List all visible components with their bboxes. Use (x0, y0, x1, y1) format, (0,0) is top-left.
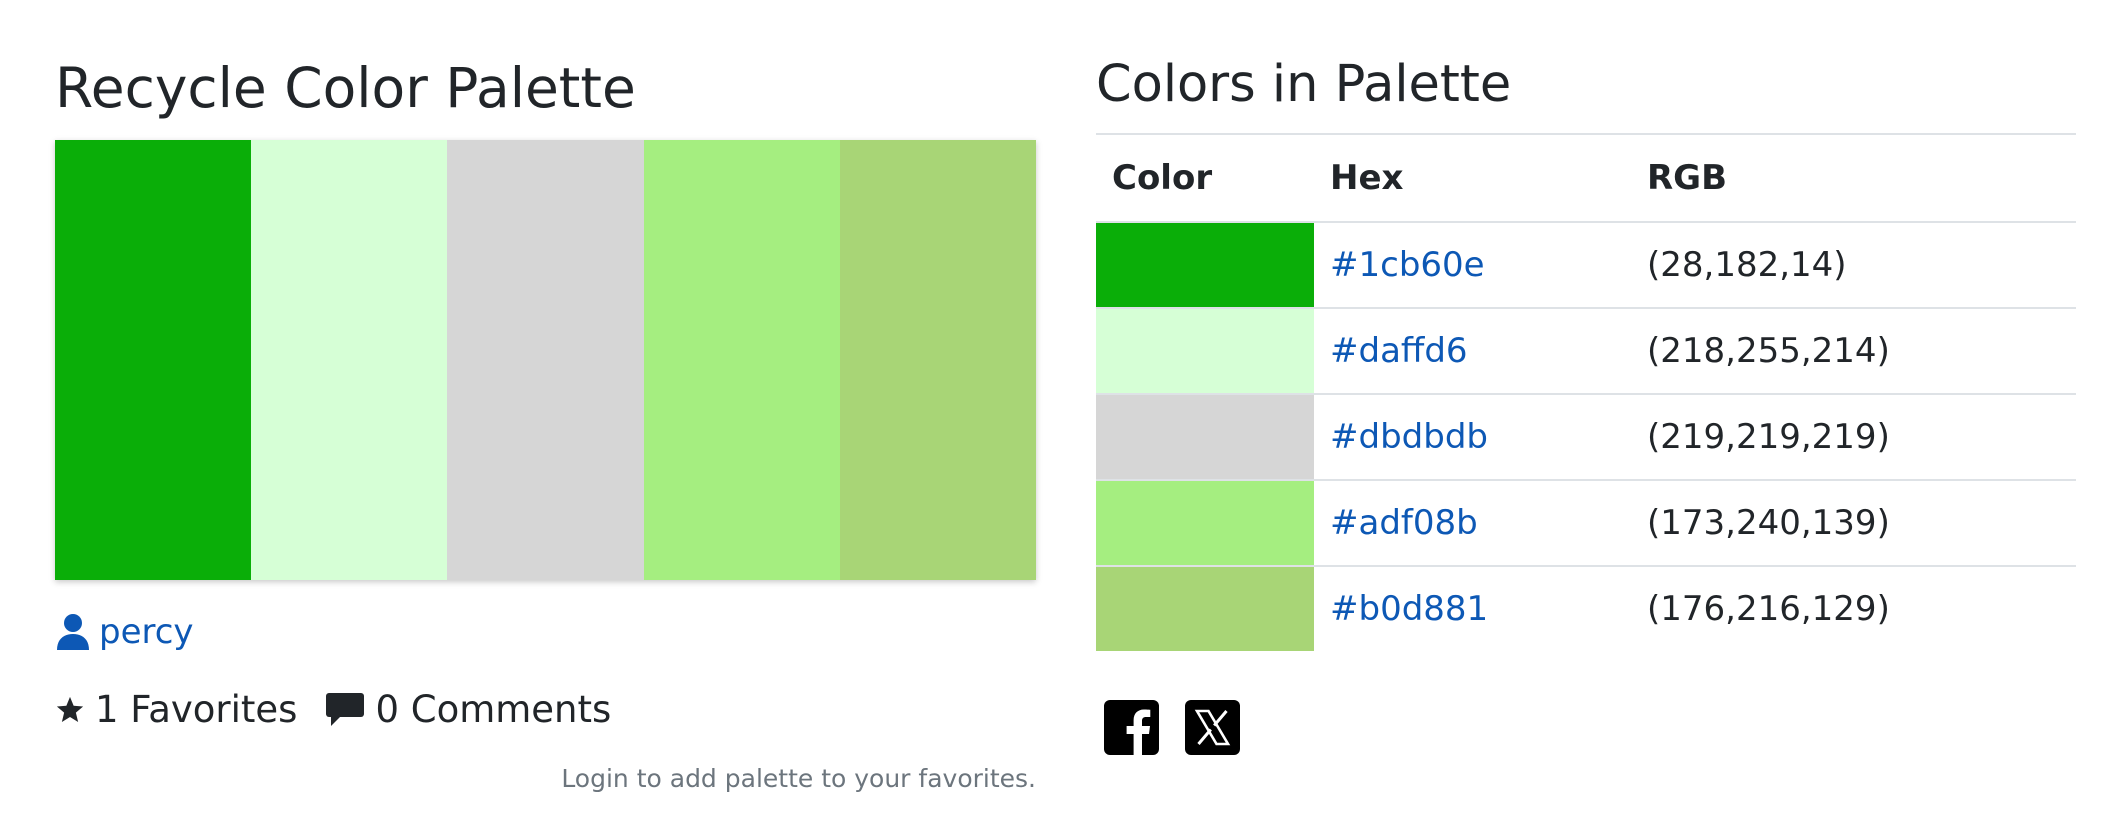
x-share-button[interactable] (1185, 700, 1240, 755)
comments-stat[interactable]: 0 Comments (325, 686, 611, 734)
author-link[interactable]: percy (55, 608, 194, 656)
share-buttons (1104, 700, 1240, 755)
palette-swatch[interactable] (251, 140, 448, 580)
colors-title: Colors in Palette (1096, 55, 1512, 114)
palette-swatch[interactable] (643, 140, 840, 580)
hex-link[interactable]: #dbdbdb (1330, 417, 1488, 457)
palette-swatch[interactable] (447, 140, 644, 580)
colors-table: Color Hex RGB #1cb60e (28,182,14) #daffd… (1096, 133, 2076, 651)
rgb-column-header: RGB (1631, 134, 2076, 223)
rgb-value: (28,182,14) (1631, 222, 2076, 309)
facebook-icon (1104, 700, 1159, 755)
favorites-count: 1 Favorites (95, 688, 298, 731)
color-swatch-cell (1096, 566, 1314, 651)
hex-column-header: Hex (1314, 134, 1631, 223)
user-icon (55, 613, 91, 651)
author-name: percy (99, 612, 194, 652)
star-icon (55, 695, 85, 725)
facebook-share-button[interactable] (1104, 700, 1159, 755)
rgb-value: (176,216,129) (1647, 589, 1890, 629)
rgb-value: (218,255,214) (1631, 308, 2076, 395)
rgb-value: (173,240,139) (1631, 480, 2076, 567)
x-icon (1185, 700, 1240, 755)
hex-link[interactable]: #b0d881 (1330, 589, 1488, 629)
color-swatch-cell (1096, 394, 1314, 481)
hex-link[interactable]: #adf08b (1330, 503, 1478, 543)
palette-preview (55, 140, 1037, 580)
table-row: #daffd6 (218,255,214) (1096, 308, 2076, 395)
hex-link[interactable]: #1cb60e (1330, 245, 1485, 285)
color-column-header: Color (1096, 134, 1314, 223)
login-note: Login to add palette to your favorites. (561, 764, 1036, 793)
table-header-row: Color Hex RGB (1096, 134, 2076, 223)
color-swatch-cell (1096, 308, 1314, 395)
comment-icon (325, 692, 365, 728)
palette-title: Recycle Color Palette (55, 56, 636, 120)
table-row: #b0d881 (176,216,129) (1096, 566, 2076, 651)
table-row: #1cb60e (28,182,14) (1096, 222, 2076, 309)
table-row: #adf08b (173,240,139) (1096, 480, 2076, 567)
color-swatch-cell (1096, 222, 1314, 309)
color-swatch-cell (1096, 480, 1314, 567)
hex-link[interactable]: #daffd6 (1330, 331, 1468, 371)
palette-swatch[interactable] (55, 140, 252, 580)
comments-count: 0 Comments (375, 688, 612, 731)
rgb-value: (219,219,219) (1631, 394, 2076, 481)
palette-stats: 1 Favorites 0 Comments (55, 686, 611, 734)
favorites-stat[interactable]: 1 Favorites (55, 686, 297, 734)
palette-swatch[interactable] (839, 140, 1037, 580)
table-row: #dbdbdb (219,219,219) (1096, 394, 2076, 481)
